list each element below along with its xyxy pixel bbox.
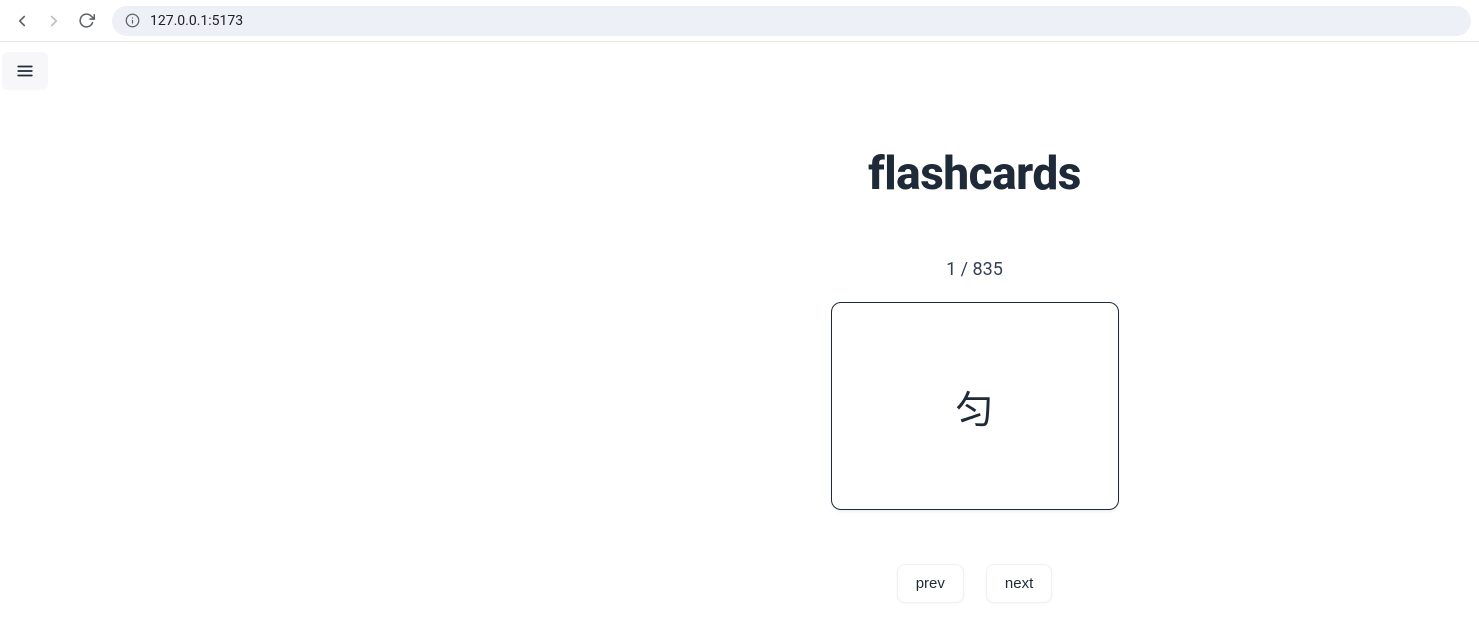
browser-toolbar: 127.0.0.1:5173 [0,0,1479,42]
info-icon [124,13,140,29]
prev-button[interactable]: prev [897,564,964,603]
page-title: flashcards [868,147,1081,201]
flashcard[interactable]: 匀 [831,302,1119,510]
hamburger-icon [16,62,34,80]
reload-button[interactable] [72,7,100,35]
arrow-right-icon [45,12,63,30]
menu-button[interactable] [2,52,48,90]
address-bar[interactable]: 127.0.0.1:5173 [112,6,1471,36]
reload-icon [78,12,95,29]
card-counter: 1 / 835 [946,259,1003,280]
page-body: flashcards 1 / 835 匀 prev next [0,42,1479,644]
forward-button[interactable] [40,7,68,35]
url-text: 127.0.0.1:5173 [150,13,243,29]
nav-controls: prev next [897,564,1053,603]
main-content: flashcards 1 / 835 匀 prev next [470,42,1479,603]
back-button[interactable] [8,7,36,35]
next-button[interactable]: next [986,564,1052,603]
arrow-left-icon [13,12,31,30]
flashcard-front-text: 匀 [955,379,993,434]
